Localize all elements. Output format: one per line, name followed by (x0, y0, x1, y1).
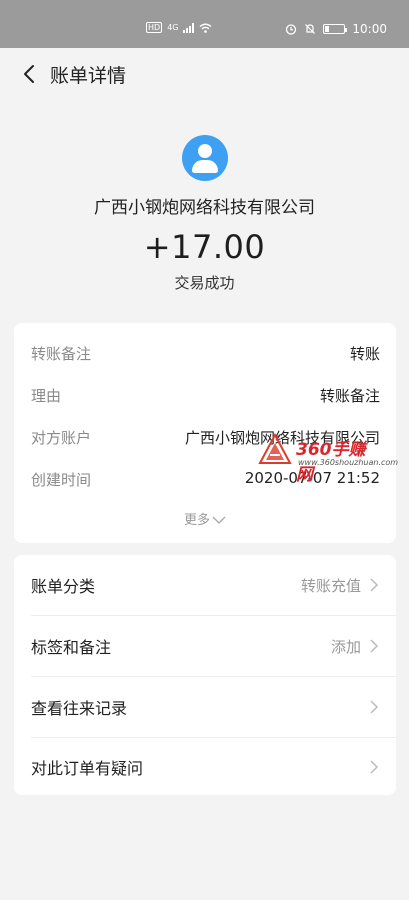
list-item-tags-notes[interactable]: 标签和备注 添加 (14, 616, 396, 676)
mute-icon (305, 24, 316, 34)
nav-bar: 账单详情 (0, 48, 409, 100)
chevron-down-icon (212, 516, 226, 524)
network-type: 4G (167, 23, 179, 32)
more-label: 更多 (183, 513, 210, 528)
detail-row: 理由 转账备注 (31, 385, 380, 407)
merchant-name: 广西小钢炮网络科技有限公司 (94, 198, 315, 218)
list-item-question[interactable]: 对此订单有疑问 (14, 737, 396, 797)
hd-indicator: HD (146, 22, 163, 33)
detail-value: 转账备注 (319, 387, 380, 405)
avatar (181, 135, 228, 181)
page-title: 账单详情 (50, 65, 127, 87)
transaction-amount: +17.00 (143, 228, 266, 266)
watermark-url: www.360shouzhuan.com (298, 458, 399, 467)
watermark: 360手赚网 www.360shouzhuan.com (258, 431, 398, 485)
actions-card: 账单分类 转账充值 标签和备注 添加 查看往来记录 对此订单有疑问 (14, 555, 396, 795)
detail-row: 转账备注 转账 (31, 343, 380, 365)
chevron-right-icon (370, 700, 379, 714)
watermark-logo-icon (258, 433, 292, 464)
list-item-label: 标签和备注 (31, 638, 112, 657)
list-item-value: 添加 (330, 637, 361, 656)
status-bar: HD 4G 10:00 (0, 0, 409, 48)
list-item-label: 账单分类 (31, 577, 96, 596)
list-item-label: 查看往来记录 (31, 699, 128, 718)
chevron-right-icon (370, 760, 379, 774)
chevron-right-icon (370, 578, 379, 592)
list-item-label: 对此订单有疑问 (31, 759, 144, 778)
more-button[interactable]: 更多 (14, 509, 396, 528)
transaction-status: 交易成功 (174, 274, 235, 292)
detail-value: 转账 (349, 345, 380, 363)
signal-icon (183, 22, 195, 33)
back-arrow-icon[interactable] (20, 64, 40, 84)
list-item-history[interactable]: 查看往来记录 (14, 677, 396, 737)
detail-label: 理由 (31, 387, 62, 405)
detail-label: 对方账户 (31, 429, 92, 447)
battery-icon (323, 24, 348, 34)
detail-label: 转账备注 (31, 345, 92, 363)
status-time: 10:00 (352, 22, 387, 36)
list-item-value: 转账充值 (300, 576, 361, 595)
chevron-right-icon (370, 639, 379, 653)
detail-label: 创建时间 (31, 471, 92, 489)
alarm-icon (286, 24, 297, 35)
list-item-bill-category[interactable]: 账单分类 转账充值 (14, 555, 396, 615)
wifi-icon (200, 23, 212, 33)
